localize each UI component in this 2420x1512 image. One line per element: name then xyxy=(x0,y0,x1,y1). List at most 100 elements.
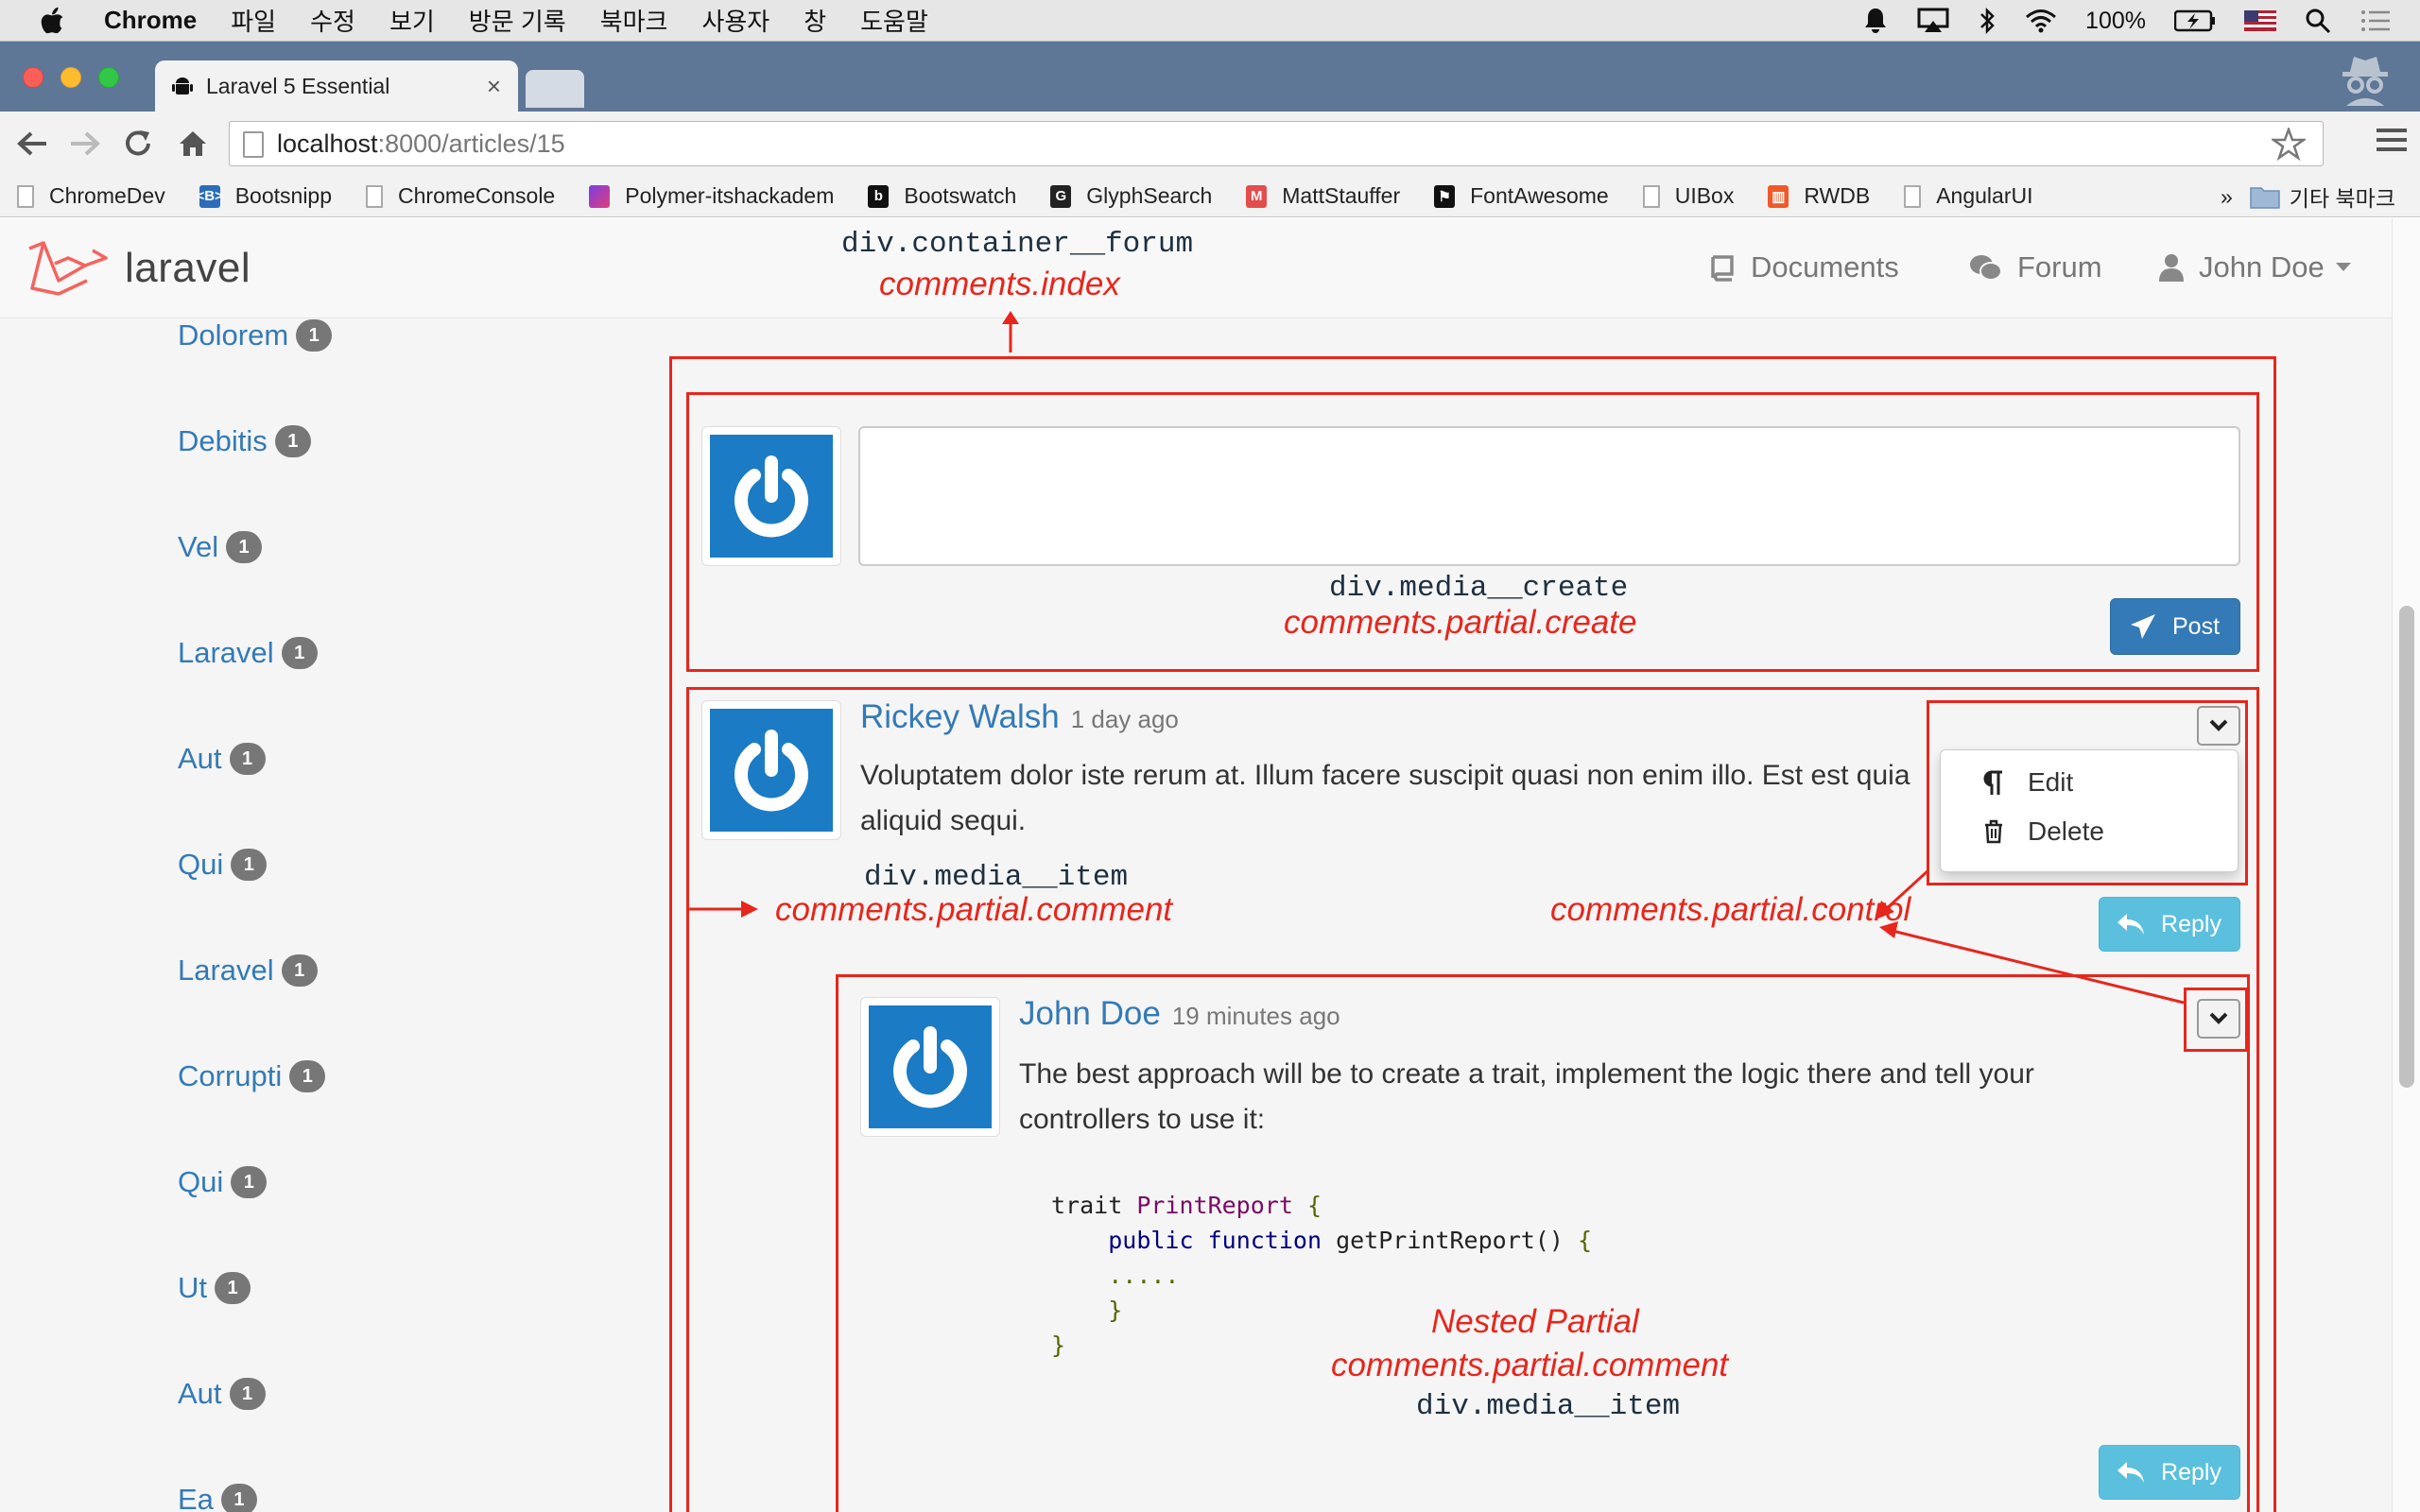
bookmark-label: Polymer-itshackadem xyxy=(625,183,835,208)
tab-close-icon[interactable]: × xyxy=(487,72,501,101)
comment-header: John Doe 19 minutes ago xyxy=(1019,995,1340,1033)
sidebar-tag[interactable]: Ut 1 xyxy=(178,1271,251,1305)
nav-user-dropdown[interactable]: John Doe xyxy=(2159,250,2351,284)
notification-bell-icon[interactable] xyxy=(1862,7,1889,35)
paper-plane-icon xyxy=(2130,614,2155,639)
comment-textarea[interactable] xyxy=(858,426,2240,566)
sidebar-tag[interactable]: Laravel 1 xyxy=(178,636,318,670)
bookmark-glyphsearch[interactable]: G GlyphSearch xyxy=(1050,183,1212,209)
site-navbar: laravel Documents Forum John Doe xyxy=(0,218,2392,318)
web-page: laravel Documents Forum John Doe Dolorem… xyxy=(0,218,2420,1512)
menu-window[interactable]: 창 xyxy=(804,3,826,38)
bookmark-star-icon[interactable] xyxy=(2272,128,2306,162)
tag-label: Aut xyxy=(178,742,222,775)
tag-count-badge: 1 xyxy=(296,319,333,352)
nav-documents[interactable]: Documents xyxy=(1709,250,1899,284)
other-bookmarks-folder[interactable]: 기타 북마크 xyxy=(2250,180,2395,213)
bookmark-chromedev[interactable]: ChromeDev xyxy=(17,183,165,209)
reply-icon xyxy=(2118,914,2145,935)
wifi-icon[interactable] xyxy=(2025,9,2057,33)
bookmarks-overflow: » 기타 북마크 xyxy=(2221,176,2395,217)
notification-center-icon[interactable] xyxy=(2360,9,2392,33)
menu-people[interactable]: 사용자 xyxy=(701,3,769,38)
bootswatch-icon: b xyxy=(868,184,890,208)
menu-app-name[interactable]: Chrome xyxy=(104,6,197,35)
menu-item-edit[interactable]: Edit xyxy=(1977,767,2073,798)
menu-view[interactable]: 보기 xyxy=(389,3,435,38)
reload-button[interactable] xyxy=(119,125,157,163)
spotlight-search-icon[interactable] xyxy=(2305,8,2331,34)
incognito-icon[interactable] xyxy=(2337,49,2394,106)
laravel-logo-icon xyxy=(28,241,108,296)
us-flag-icon[interactable] xyxy=(2244,10,2276,31)
tab-laravel[interactable]: Laravel 5 Essential × xyxy=(155,60,518,112)
comment-avatar xyxy=(701,700,841,840)
bookmark-label: MattStauffer xyxy=(1282,183,1401,208)
sidebar-tag[interactable]: Qui 1 xyxy=(178,848,268,882)
sidebar-tag[interactable]: Debitis 1 xyxy=(178,424,311,458)
menu-file[interactable]: 파일 xyxy=(231,3,276,38)
bookmark-label: RWDB xyxy=(1804,183,1871,208)
chrome-menu-icon[interactable] xyxy=(2377,129,2407,157)
code-token: public xyxy=(1108,1227,1194,1254)
bluetooth-icon[interactable] xyxy=(1978,7,1996,35)
tag-count-badge: 1 xyxy=(215,1272,251,1304)
bookmarks-overflow-button[interactable]: » xyxy=(2221,184,2233,210)
annotation-arrow-up-icon xyxy=(1002,311,1019,352)
bookmark-polymer[interactable]: Polymer-itshackadem xyxy=(589,183,834,209)
comment-body: Voluptatem dolor iste rerum at. Illum fa… xyxy=(860,760,1910,836)
window-zoom-button[interactable] xyxy=(98,67,119,88)
sidebar-tag[interactable]: Dolorem 1 xyxy=(178,318,333,352)
nav-forum[interactable]: Forum xyxy=(1968,250,2102,284)
nested-comment-control-toggle[interactable] xyxy=(2197,999,2240,1039)
annotation-create-class: div.media__create xyxy=(1329,572,1629,605)
reply-button[interactable]: Reply xyxy=(2099,897,2240,952)
window-close-button[interactable] xyxy=(23,67,43,88)
comment-author-link[interactable]: Rickey Walsh xyxy=(860,698,1060,735)
back-button[interactable] xyxy=(13,125,51,163)
apple-icon[interactable] xyxy=(38,6,66,36)
sidebar-tag[interactable]: Aut 1 xyxy=(178,742,266,776)
nested-reply-button[interactable]: Reply xyxy=(2099,1445,2240,1500)
page-icon xyxy=(366,184,384,208)
bookmark-bootsnipp[interactable]: <B> Bootsnipp xyxy=(197,183,332,209)
code-token: { xyxy=(1577,1227,1593,1254)
window-minimize-button[interactable] xyxy=(60,67,81,88)
sidebar-tag[interactable]: Corrupti 1 xyxy=(178,1059,326,1093)
menu-help[interactable]: 도움말 xyxy=(860,3,928,38)
bookmark-mattstauffer[interactable]: M MattStauffer xyxy=(1246,183,1400,209)
annotation-nested-view: comments.partial.comment xyxy=(1331,1347,1729,1383)
menu-history[interactable]: 방문 기록 xyxy=(469,3,566,38)
new-tab-button[interactable] xyxy=(526,70,584,108)
airplay-icon[interactable] xyxy=(1917,8,1949,34)
bookmark-bootswatch[interactable]: b Bootswatch xyxy=(868,183,1016,209)
sidebar-tag[interactable]: Vel 1 xyxy=(178,530,263,564)
bookmark-rwdb[interactable]: ▥ RWDB xyxy=(1768,183,1870,209)
bookmark-uibox[interactable]: UIBox xyxy=(1642,183,1734,209)
sidebar-tag[interactable]: Aut 1 xyxy=(178,1377,266,1411)
home-icon xyxy=(180,131,206,156)
brand-link[interactable]: laravel xyxy=(26,239,251,298)
page-scrollbar[interactable] xyxy=(2392,218,2420,1512)
menu-edit[interactable]: 수정 xyxy=(310,3,355,38)
comment-author-link[interactable]: John Doe xyxy=(1019,995,1161,1032)
menu-bookmarks[interactable]: 북마크 xyxy=(600,3,668,38)
comment-avatar xyxy=(860,997,1000,1137)
tag-label: Corrupti xyxy=(178,1059,283,1092)
bookmark-fontawesome[interactable]: ⚑ FontAwesome xyxy=(1434,183,1609,209)
home-button[interactable] xyxy=(174,125,212,163)
scrollbar-thumb[interactable] xyxy=(2399,606,2414,1088)
sidebar-tag[interactable]: Ea 1 xyxy=(178,1483,257,1512)
sidebar-tag[interactable]: Laravel 1 xyxy=(178,954,318,988)
comment-control-toggle[interactable] xyxy=(2197,706,2240,746)
post-button[interactable]: Post xyxy=(2110,598,2240,655)
bookmark-chromeconsole[interactable]: ChromeConsole xyxy=(366,183,555,209)
tab-title: Laravel 5 Essential xyxy=(206,73,390,98)
tag-label: Qui xyxy=(178,848,224,881)
bookmark-angularui[interactable]: AngularUI xyxy=(1904,183,2033,209)
battery-charging-icon[interactable] xyxy=(2174,9,2216,32)
sidebar-tag[interactable]: Qui 1 xyxy=(178,1165,268,1199)
forward-button[interactable] xyxy=(66,125,104,163)
bookmark-label: FontAwesome xyxy=(1470,183,1609,208)
address-bar[interactable]: localhost:8000/articles/15 xyxy=(229,121,2324,166)
